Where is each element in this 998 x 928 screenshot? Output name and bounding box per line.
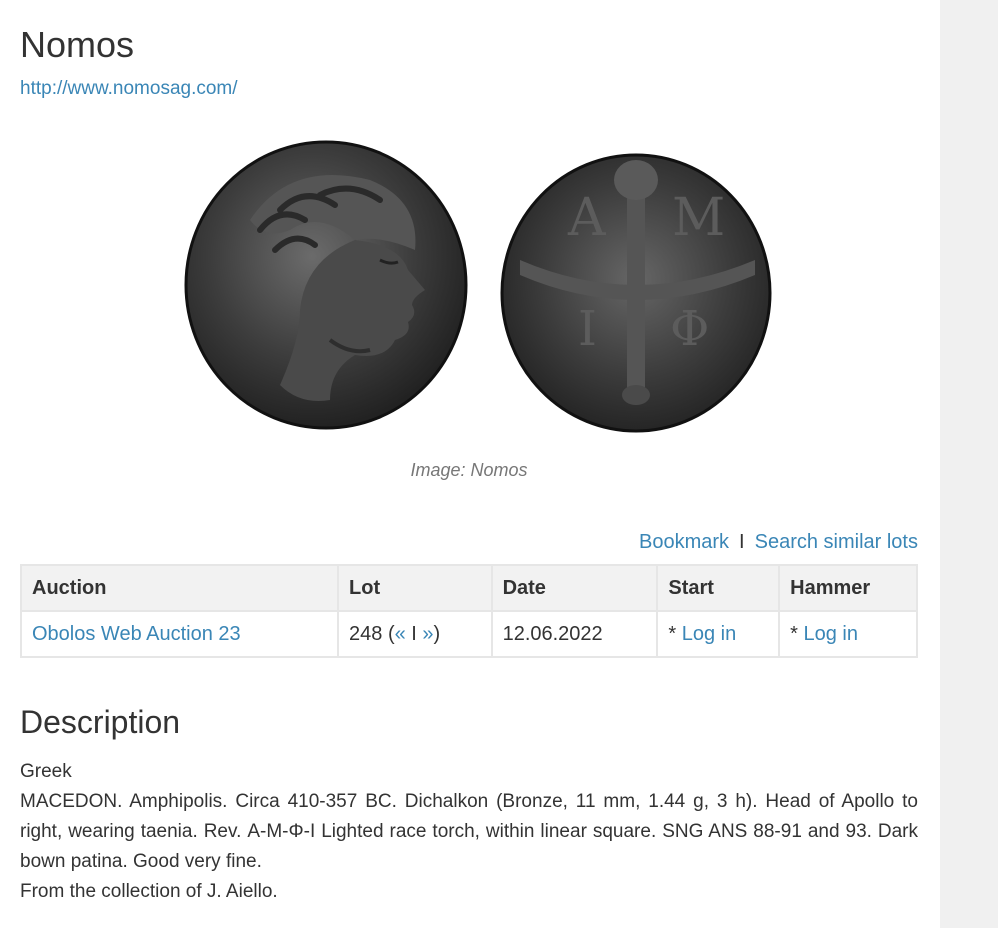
- svg-text:Μ: Μ: [672, 188, 725, 248]
- svg-text:Ι: Ι: [578, 301, 597, 357]
- start-login-link[interactable]: Log in: [682, 623, 737, 645]
- auction-link[interactable]: Obolos Web Auction 23: [32, 623, 241, 645]
- hammer-prefix: *: [790, 622, 804, 645]
- description-category: Greek: [20, 761, 72, 782]
- table-row: Obolos Web Auction 23 248 (« I ») 12.06.…: [19, 610, 918, 658]
- description-text: MACEDON. Amphipolis. Circa 410-357 BC. D…: [20, 791, 918, 872]
- lot-number: 248: [349, 622, 383, 645]
- lot-open-paren: (: [382, 622, 395, 645]
- lot-close-paren: ): [433, 622, 441, 645]
- column-header-lot: Lot: [337, 564, 493, 612]
- column-header-auction: Auction: [19, 564, 340, 612]
- page-title: Nomos: [20, 24, 135, 65]
- svg-text:Α: Α: [567, 188, 607, 248]
- column-header-date: Date: [490, 564, 659, 612]
- svg-text:Φ: Φ: [670, 301, 709, 357]
- coin-reverse-icon: Α Μ Ι Φ: [500, 153, 772, 433]
- coin-image[interactable]: Α Μ Ι Φ: [180, 140, 780, 450]
- next-lot-link[interactable]: »: [422, 623, 433, 645]
- start-prefix: *: [668, 622, 682, 645]
- column-header-hammer: Hammer: [778, 564, 918, 612]
- hammer-login-link[interactable]: Log in: [803, 623, 858, 645]
- table-header-row: Auction Lot Date Start Hammer: [19, 564, 918, 612]
- lot-actions: Bookmark I Search similar lots: [639, 529, 918, 555]
- cell-lot: 248 (« I »): [337, 610, 493, 658]
- auction-house-link[interactable]: http://www.nomosag.com/: [20, 77, 238, 101]
- cell-start: * Log in: [656, 610, 781, 658]
- column-header-start: Start: [656, 564, 781, 612]
- description-provenance: From the collection of J. Aiello.: [20, 881, 278, 902]
- bookmark-link[interactable]: Bookmark: [639, 531, 729, 553]
- cell-auction: Obolos Web Auction 23: [19, 610, 340, 658]
- description-heading: Description: [20, 704, 181, 740]
- action-separator: I: [739, 531, 745, 553]
- lot-nav-separator: I: [405, 622, 423, 645]
- coin-obverse-icon: [184, 140, 468, 430]
- lot-table: Auction Lot Date Start Hammer Obolos Web…: [19, 564, 918, 658]
- image-caption: Image: Nomos: [410, 460, 528, 480]
- right-sidebar: [940, 0, 998, 928]
- previous-lot-link[interactable]: «: [395, 623, 406, 645]
- cell-hammer: * Log in: [778, 610, 918, 658]
- cell-date: 12.06.2022: [490, 610, 659, 658]
- search-similar-link[interactable]: Search similar lots: [755, 531, 918, 553]
- description-body: Greek MACEDON. Amphipolis. Circa 410-357…: [20, 757, 918, 907]
